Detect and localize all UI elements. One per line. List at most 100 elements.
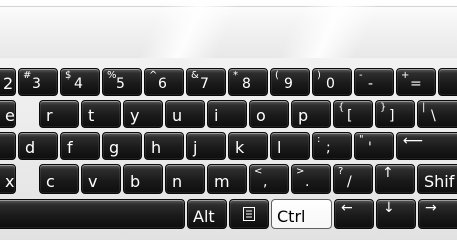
- key-comma[interactable]: < ,: [249, 164, 289, 194]
- key-semicolon-shift-label: :: [317, 134, 321, 145]
- key-6[interactable]: ^ 6: [144, 68, 184, 96]
- key-l-label: l: [277, 138, 282, 157]
- key-7[interactable]: & 7: [186, 68, 226, 96]
- key-menu[interactable]: [229, 199, 269, 229]
- key-g-label: g: [109, 138, 120, 157]
- key-up-arrow[interactable]: ↑: [375, 164, 415, 194]
- key-ctrl[interactable]: Ctrl: [271, 199, 332, 229]
- key-close-bracket[interactable]: } ]: [375, 100, 415, 128]
- key-period-label: .: [305, 174, 310, 190]
- key-b[interactable]: b: [123, 164, 163, 194]
- key-quote-label: ': [368, 140, 372, 156]
- key-ctrl-label: Ctrl: [277, 207, 306, 226]
- key-j[interactable]: j: [186, 132, 226, 160]
- key-c-label: c: [46, 172, 55, 191]
- key-r-label: r: [46, 106, 53, 125]
- key-shift-right[interactable]: Shif: [417, 164, 457, 194]
- key-c[interactable]: c: [39, 164, 79, 194]
- key-comma-label: ,: [263, 174, 268, 190]
- key-s[interactable]: [0, 132, 16, 160]
- key-semicolon[interactable]: : ;: [312, 132, 352, 160]
- key-space[interactable]: [0, 199, 185, 229]
- key-p[interactable]: p: [291, 100, 331, 128]
- key-n-label: n: [172, 172, 183, 191]
- key-period[interactable]: > .: [291, 164, 331, 194]
- key-4[interactable]: $ 4: [60, 68, 100, 96]
- key-minus-shift-label: -: [359, 70, 363, 81]
- key-3[interactable]: # 3: [18, 68, 58, 96]
- key-comma-shift-label: <: [254, 166, 263, 177]
- key-t[interactable]: t: [81, 100, 121, 128]
- key-equals[interactable]: + =: [396, 68, 436, 96]
- key-open-bracket-label: [: [347, 108, 353, 124]
- key-right-arrow[interactable]: →: [418, 199, 457, 229]
- key-x[interactable]: x: [0, 164, 16, 194]
- menu-icon: [230, 200, 268, 228]
- key-f-label: f: [67, 138, 73, 157]
- key-backslash[interactable]: | \: [417, 100, 457, 128]
- key-m-label: m: [214, 172, 230, 191]
- key-0-shift-label: ): [317, 70, 321, 81]
- key-0[interactable]: ) 0: [312, 68, 352, 96]
- key-x-label: x: [5, 172, 15, 191]
- down-arrow-icon: ↓: [383, 200, 395, 216]
- key-6-shift-label: ^: [149, 70, 158, 81]
- key-i[interactable]: i: [207, 100, 247, 128]
- key-alt[interactable]: Alt: [187, 199, 227, 229]
- key-quote-shift-label: ": [359, 134, 364, 145]
- key-quote[interactable]: " ': [354, 132, 394, 160]
- key-f[interactable]: f: [60, 132, 100, 160]
- key-g[interactable]: g: [102, 132, 142, 160]
- key-t-label: t: [88, 106, 95, 125]
- key-5-label: 5: [116, 76, 125, 92]
- key-b-label: b: [130, 172, 141, 191]
- key-k[interactable]: k: [228, 132, 268, 160]
- key-enter[interactable]: ⟵: [396, 132, 457, 160]
- key-period-shift-label: >: [296, 166, 305, 177]
- key-left-arrow[interactable]: ←: [334, 199, 374, 229]
- key-r[interactable]: r: [39, 100, 79, 128]
- keyboard-header-panel: [0, 0, 457, 58]
- key-e-label: e: [5, 106, 15, 125]
- key-v[interactable]: v: [81, 164, 121, 194]
- key-open-bracket-shift-label: {: [338, 102, 345, 113]
- key-alt-label: Alt: [193, 207, 215, 226]
- key-7-shift-label: &: [191, 70, 199, 81]
- key-e[interactable]: e: [0, 100, 16, 128]
- key-slash[interactable]: ? /: [333, 164, 373, 194]
- key-backspace[interactable]: [438, 68, 457, 96]
- key-u[interactable]: u: [165, 100, 205, 128]
- key-h[interactable]: h: [144, 132, 184, 160]
- key-u-label: u: [172, 106, 183, 125]
- key-shift-label: Shif: [424, 172, 455, 191]
- key-open-bracket[interactable]: { [: [333, 100, 373, 128]
- key-p-label: p: [298, 106, 309, 125]
- key-v-label: v: [88, 172, 98, 191]
- right-arrow-icon: →: [425, 200, 437, 216]
- key-2[interactable]: 2: [0, 68, 16, 96]
- on-screen-keyboard: 2 # 3 $ 4 % 5 ^ 6 & 7 * 8 ( 9 ) 0 - - + …: [0, 0, 457, 240]
- key-3-shift-label: #: [23, 70, 32, 81]
- enter-icon: ⟵: [403, 133, 424, 149]
- key-i-label: i: [214, 106, 219, 125]
- key-minus[interactable]: - -: [354, 68, 394, 96]
- key-down-arrow[interactable]: ↓: [376, 199, 416, 229]
- key-y-label: y: [130, 106, 140, 125]
- key-3-label: 3: [32, 76, 41, 92]
- key-close-bracket-label: ]: [389, 108, 395, 124]
- menu-icon-graphic: [243, 207, 255, 221]
- key-semicolon-label: ;: [326, 140, 331, 156]
- key-d[interactable]: d: [18, 132, 58, 160]
- key-8[interactable]: * 8: [228, 68, 268, 96]
- key-2-label: 2: [3, 74, 14, 93]
- key-d-label: d: [25, 138, 36, 157]
- key-6-label: 6: [158, 76, 167, 92]
- key-l[interactable]: l: [270, 132, 310, 160]
- key-9[interactable]: ( 9: [270, 68, 310, 96]
- key-m[interactable]: m: [207, 164, 247, 194]
- key-o[interactable]: o: [249, 100, 289, 128]
- key-5[interactable]: % 5: [102, 68, 142, 96]
- key-y[interactable]: y: [123, 100, 163, 128]
- key-4-label: 4: [74, 76, 83, 92]
- key-n[interactable]: n: [165, 164, 205, 194]
